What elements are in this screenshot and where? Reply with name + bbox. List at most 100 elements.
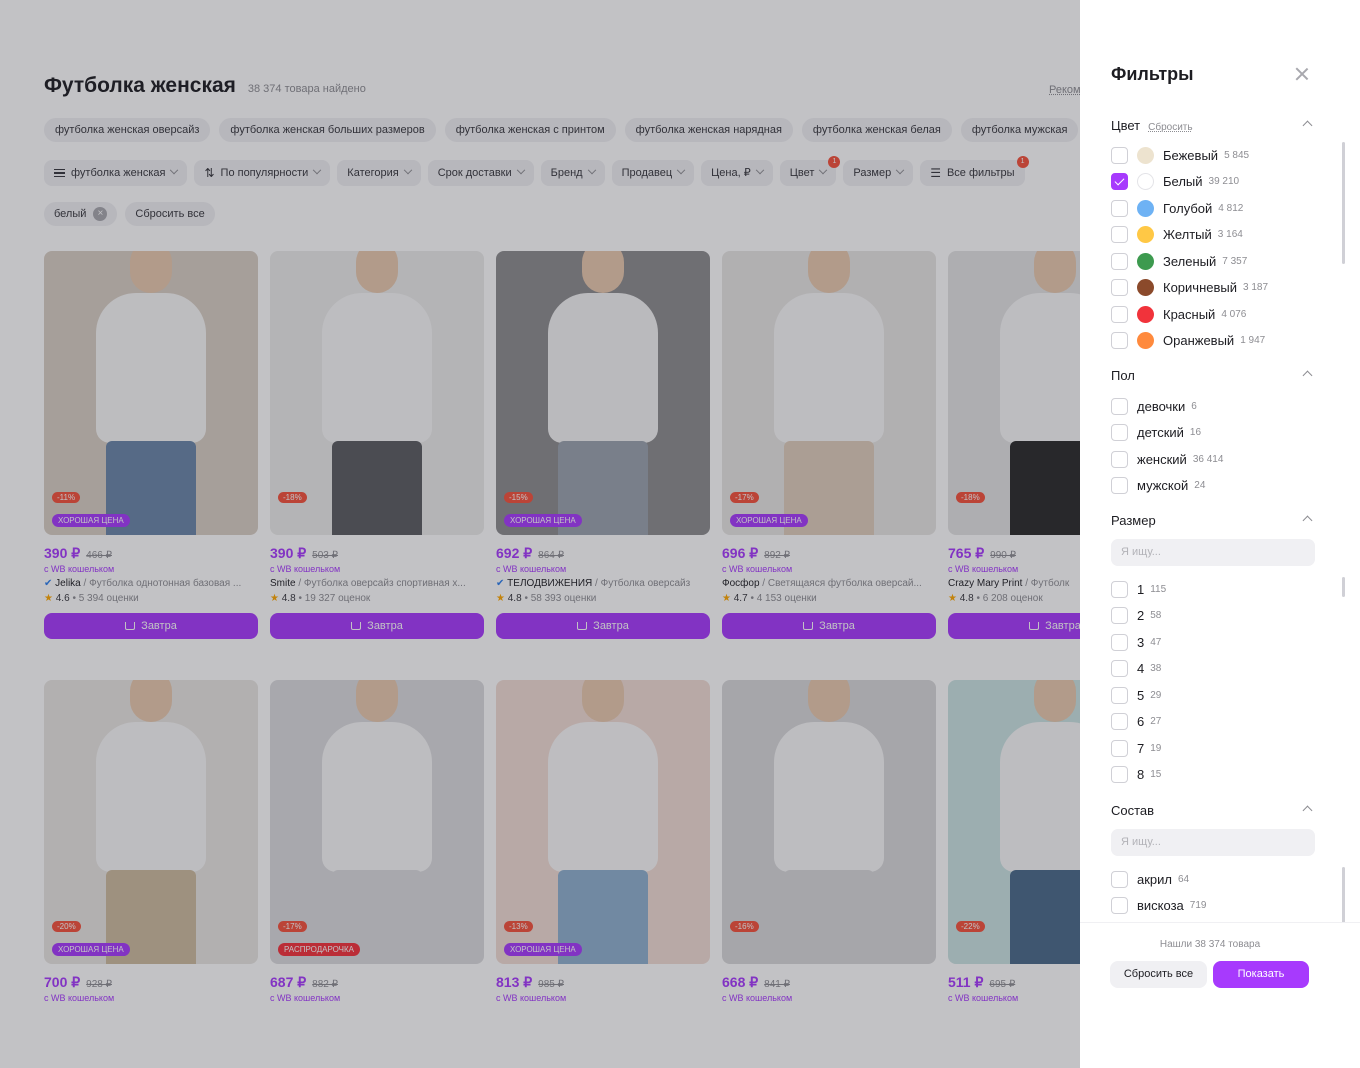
suggestion-chip[interactable]: футболка мужская [960, 118, 1079, 142]
product-name[interactable]: ✔ ТЕЛОДВИЖЕНИЯ / Футболка оверсайз [496, 578, 710, 589]
size-option[interactable]: 6 27 [1111, 709, 1315, 736]
add-to-cart-button[interactable]: Завтра [722, 613, 936, 639]
product-card[interactable]: -13% ХОРОШАЯ ЦЕНА 813 ₽ 985 ₽ с WB кошельком [496, 680, 710, 1010]
gender-option[interactable]: мужской 24 [1111, 473, 1315, 500]
suggestion-chip[interactable]: футболка женская белая [801, 118, 952, 142]
checkbox[interactable] [1111, 279, 1128, 297]
checkbox[interactable] [1111, 580, 1128, 598]
material-option[interactable]: акрил 64 [1111, 866, 1315, 893]
all-filters-button[interactable]: ☰ Все фильтры 1 [920, 156, 1029, 186]
material-scrollbar[interactable] [1342, 867, 1345, 923]
applied-filter-white[interactable]: белый × [44, 202, 118, 226]
color-reset-link[interactable]: Сбросить [1148, 122, 1192, 133]
suggestion-chip[interactable]: футболка женская оверсайз [44, 118, 211, 142]
checkbox[interactable] [1111, 897, 1128, 915]
product-card[interactable]: -17% ХОРОШАЯ ЦЕНА 696 ₽ 892 ₽ с WB кошельком… [722, 251, 936, 653]
gender-option[interactable]: женский 36 414 [1111, 446, 1315, 473]
query-dropdown[interactable]: футболка женская [44, 160, 188, 186]
product-card[interactable]: -17% РАСПРОДАРОЧКА 687 ₽ 882 ₽ с WB кошелько… [270, 680, 484, 1010]
product-image[interactable]: -17% ХОРОШАЯ ЦЕНА [722, 251, 936, 535]
checkbox[interactable] [1111, 739, 1128, 757]
product-image[interactable]: -17% РАСПРОДАРОЧКА [270, 680, 484, 964]
color-option[interactable]: Оранжевый 1 947 [1111, 328, 1315, 355]
close-icon[interactable] [1294, 66, 1310, 82]
product-name[interactable]: Smite / Футболка оверсайз спортивная х..… [270, 578, 484, 589]
sort-recommendation-link[interactable]: Реком [1049, 84, 1081, 96]
checkbox[interactable] [1111, 713, 1128, 731]
old-price: 841 ₽ [764, 979, 790, 990]
product-card[interactable]: -20% ХОРОШАЯ ЦЕНА 700 ₽ 928 ₽ с WB кошельком [44, 680, 258, 1010]
material-option[interactable]: вискоза 719 [1111, 893, 1315, 920]
color-scrollbar[interactable] [1342, 142, 1345, 264]
checkbox[interactable] [1111, 870, 1128, 888]
checkbox[interactable] [1111, 397, 1128, 415]
checkbox[interactable] [1111, 305, 1128, 323]
checkbox[interactable] [1111, 607, 1128, 625]
filter-dropdown[interactable]: Продавец [611, 160, 695, 186]
add-to-cart-button[interactable]: Завтра [496, 613, 710, 639]
product-card[interactable]: -16% 668 ₽ 841 ₽ с WB кошельком [722, 680, 936, 1010]
sort-dropdown[interactable]: ⇅ По популярности [194, 160, 331, 186]
suggestion-chip[interactable]: футболка женская больших размеров [219, 118, 436, 142]
filter-dropdown[interactable]: Категория [337, 160, 421, 186]
checkbox[interactable] [1111, 686, 1128, 704]
color-option[interactable]: Красный 4 076 [1111, 301, 1315, 328]
product-name[interactable]: ✔ Jelika / Футболка однотонная базовая .… [44, 578, 258, 589]
product-image[interactable]: -20% ХОРОШАЯ ЦЕНА [44, 680, 258, 964]
add-to-cart-button[interactable]: Завтра [44, 613, 258, 639]
checkbox[interactable] [1111, 226, 1128, 244]
checkbox[interactable] [1111, 252, 1128, 270]
product-image[interactable]: -18% [270, 251, 484, 535]
checkbox[interactable] [1111, 450, 1128, 468]
size-option[interactable]: 2 58 [1111, 603, 1315, 630]
reset-all-button[interactable]: Сбросить все [1110, 961, 1207, 988]
filter-dropdown[interactable]: Цвет 1 [779, 156, 841, 186]
checkbox[interactable] [1111, 332, 1128, 350]
size-search-input[interactable]: Я ищу... [1111, 539, 1315, 566]
color-option[interactable]: Зеленый 7 357 [1111, 248, 1315, 275]
checkbox[interactable] [1111, 766, 1128, 784]
product-image[interactable]: -16% [722, 680, 936, 964]
old-price: 466 ₽ [86, 550, 112, 561]
size-option[interactable]: 8 15 [1111, 762, 1315, 789]
checkbox[interactable] [1111, 146, 1128, 164]
close-icon[interactable]: × [93, 207, 108, 221]
product-name[interactable]: Фосфор / Светящаяся футболка оверсай... [722, 578, 936, 589]
size-option[interactable]: 4 38 [1111, 656, 1315, 683]
size-option[interactable]: 7 19 [1111, 735, 1315, 762]
checkbox[interactable] [1111, 633, 1128, 651]
material-search-input[interactable]: Я ищу... [1111, 829, 1315, 856]
suggestion-chip[interactable]: футболка женская нарядная [624, 118, 793, 142]
product-card[interactable]: -15% ХОРОШАЯ ЦЕНА 692 ₽ 864 ₽ с WB кошельком… [496, 251, 710, 653]
size-option[interactable]: 3 47 [1111, 629, 1315, 656]
show-button[interactable]: Показать [1213, 961, 1309, 988]
color-option[interactable]: Коричневый 3 187 [1111, 275, 1315, 302]
gender-option[interactable]: детский 16 [1111, 420, 1315, 447]
size-option[interactable]: 1 115 [1111, 576, 1315, 603]
color-option[interactable]: Белый 39 210 [1111, 169, 1315, 196]
reset-all-chip[interactable]: Сбросить все [125, 202, 215, 226]
checkbox[interactable] [1111, 199, 1128, 217]
suggestion-chip[interactable]: футболка женская с принтом [444, 118, 616, 142]
product-image[interactable]: -13% ХОРОШАЯ ЦЕНА [496, 680, 710, 964]
add-to-cart-button[interactable]: Завтра [270, 613, 484, 639]
checkbox[interactable] [1111, 424, 1128, 442]
checkbox[interactable] [1111, 660, 1128, 678]
filter-dropdown[interactable]: Цена, ₽ [701, 160, 773, 186]
gender-option[interactable]: девочки 6 [1111, 393, 1315, 420]
filter-dropdown[interactable]: Бренд [540, 160, 605, 186]
product-card[interactable]: -11% ХОРОШАЯ ЦЕНА 390 ₽ 466 ₽ с WB кошельком… [44, 251, 258, 653]
filter-dropdown[interactable]: Срок доставки [427, 160, 534, 186]
color-option[interactable]: Бежевый 5 845 [1111, 142, 1315, 169]
option-label: детский [1137, 425, 1184, 441]
size-option[interactable]: 5 29 [1111, 682, 1315, 709]
product-image[interactable]: -11% ХОРОШАЯ ЦЕНА [44, 251, 258, 535]
color-option[interactable]: Желтый 3 164 [1111, 222, 1315, 249]
color-option[interactable]: Голубой 4 812 [1111, 195, 1315, 222]
filter-dropdown[interactable]: Размер [843, 160, 914, 186]
product-image[interactable]: -15% ХОРОШАЯ ЦЕНА [496, 251, 710, 535]
size-scrollbar[interactable] [1342, 577, 1345, 597]
checkbox[interactable] [1111, 477, 1128, 495]
product-card[interactable]: -18% 390 ₽ 503 ₽ с WB кошельком Smite / Футб… [270, 251, 484, 653]
checkbox[interactable] [1111, 173, 1128, 191]
